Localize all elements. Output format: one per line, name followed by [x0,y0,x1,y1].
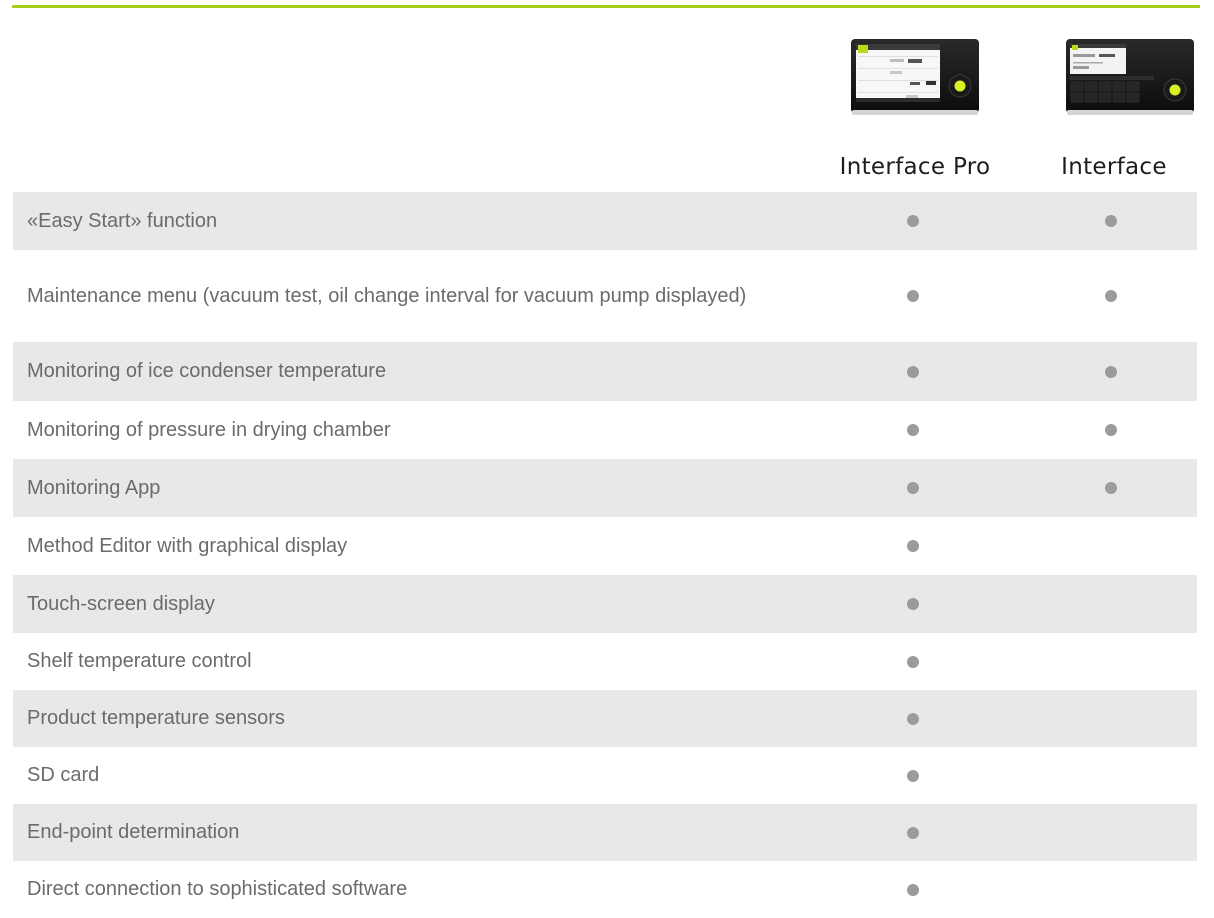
interface-pro-bullet-icon [907,482,919,494]
interface-pro-bullet-icon [907,655,919,668]
interface-device-image [1066,39,1194,115]
feature-label: Product temperature sensors [27,707,285,729]
table-row: Maintenance menu (vacuum test, oil chang… [13,250,1197,342]
table-row: Monitoring of ice condenser temperature [13,342,1197,401]
interface-bullet-icon [1105,215,1117,227]
interface-pro-bullet-icon [907,826,919,839]
table-row: Direct connection to sophisticated softw… [13,861,1197,918]
feature-label: Direct connection to sophisticated softw… [27,878,408,900]
table-row: Monitoring App [13,459,1197,517]
interface-pro-device-image [851,39,979,115]
feature-label: End-point determination [27,821,240,843]
feature-comparison-table: «Easy Start» function Maintenance menu (v… [13,192,1197,918]
interface-pro-bullet-icon [907,598,919,610]
interface-bullet-icon [1105,365,1117,378]
interface-bullet-icon [1105,424,1117,436]
feature-label: Monitoring App [27,476,161,499]
table-row: Touch-screen display [13,575,1197,633]
column-header-interface: Interface [1061,154,1167,180]
interface-pro-bullet-icon [907,769,919,782]
feature-label: Method Editor with graphical display [27,534,348,557]
feature-label: Shelf temperature control [27,650,252,672]
interface-bullet-icon [1105,482,1117,494]
accent-rule [12,5,1200,8]
interface-pro-bullet-icon [907,424,919,436]
interface-pro-bullet-icon [907,365,919,378]
table-row: SD card [13,747,1197,804]
interface-pro-bullet-icon [907,540,919,552]
feature-label: Monitoring of ice condenser temperature [27,360,387,382]
table-row: Method Editor with graphical display [13,517,1197,575]
column-header-interface-pro: Interface Pro [839,154,991,180]
table-row: «Easy Start» function [13,192,1197,250]
feature-label: SD card [27,764,100,786]
interface-bullet-icon [1105,290,1117,302]
interface-pro-bullet-icon [907,215,919,227]
interface-pro-bullet-icon [907,290,919,302]
table-row: End-point determination [13,804,1197,861]
interface-pro-bullet-icon [907,712,919,725]
interface-pro-bullet-icon [907,883,919,896]
feature-label: Touch-screen display [27,592,215,615]
feature-label: Maintenance menu (vacuum test, oil chang… [27,284,747,307]
table-row: Monitoring of pressure in drying chamber [13,401,1197,459]
feature-label: «Easy Start» function [27,209,218,232]
table-row: Shelf temperature control [13,633,1197,690]
table-row: Product temperature sensors [13,690,1197,747]
feature-label: Monitoring of pressure in drying chamber [27,418,391,441]
